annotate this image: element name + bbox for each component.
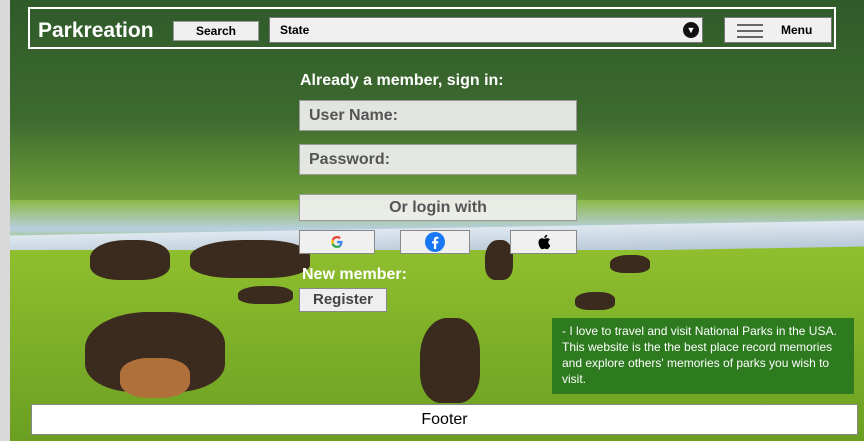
register-button[interactable]: Register bbox=[299, 288, 387, 312]
alt-login-label: Or login with bbox=[299, 194, 577, 221]
new-member-heading: New member: bbox=[302, 266, 407, 283]
chevron-down-icon[interactable]: ▼ bbox=[683, 22, 699, 38]
signin-heading: Already a member, sign in: bbox=[300, 72, 504, 89]
username-field[interactable]: User Name: bbox=[299, 100, 577, 131]
state-select-value: State bbox=[280, 23, 310, 37]
brand-logo[interactable]: Parkreation bbox=[38, 19, 154, 43]
footer: Footer bbox=[31, 404, 858, 435]
google-login-button[interactable] bbox=[299, 230, 375, 254]
google-icon bbox=[331, 236, 343, 248]
apple-login-button[interactable] bbox=[510, 230, 577, 254]
hamburger-icon bbox=[737, 24, 763, 42]
bison-herd bbox=[190, 240, 310, 278]
password-field[interactable]: Password: bbox=[299, 144, 577, 175]
bison bbox=[485, 240, 513, 280]
facebook-icon bbox=[425, 232, 445, 252]
facebook-login-button[interactable] bbox=[400, 230, 470, 254]
bison bbox=[420, 318, 480, 403]
menu-label: Menu bbox=[781, 23, 813, 37]
bison-calf bbox=[120, 358, 190, 398]
apple-icon bbox=[537, 234, 550, 250]
bison bbox=[238, 286, 293, 304]
testimonial-box: - I love to travel and visit National Pa… bbox=[552, 318, 854, 394]
bison bbox=[575, 292, 615, 310]
search-button[interactable]: Search bbox=[173, 21, 259, 41]
menu-button[interactable]: Menu bbox=[724, 17, 832, 43]
bison bbox=[610, 255, 650, 273]
bison-herd bbox=[90, 240, 170, 280]
state-select[interactable]: State ▼ bbox=[269, 17, 703, 43]
